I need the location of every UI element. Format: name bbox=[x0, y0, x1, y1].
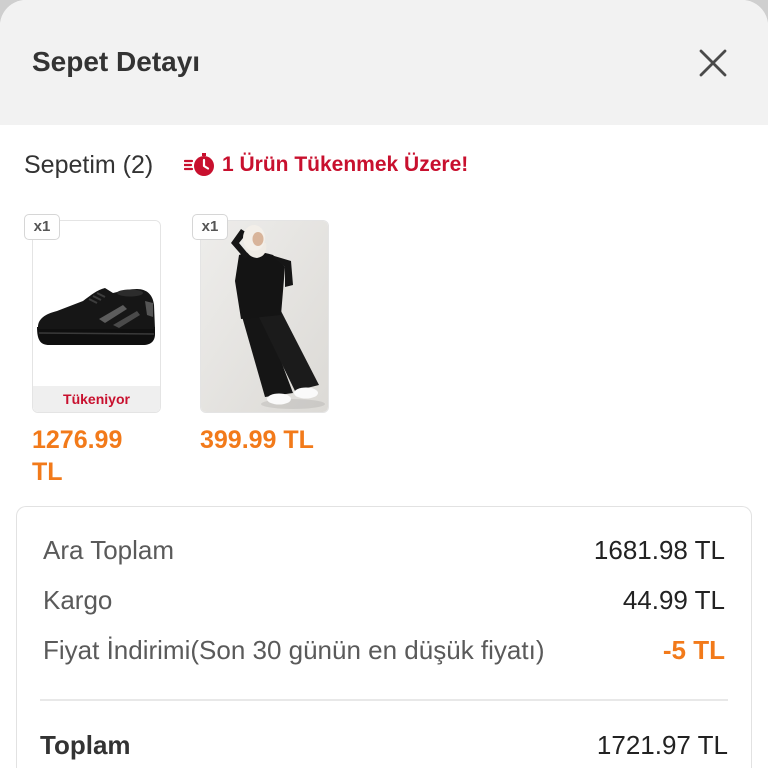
summary-row-shipping: Kargo 44.99 TL bbox=[43, 584, 725, 616]
discount-label: Fiyat İndirimi(Son 30 günün en düşük fiy… bbox=[43, 635, 545, 665]
summary-divider bbox=[40, 699, 728, 701]
summary-row-discount: Fiyat İndirimi(Son 30 günün en düşük fiy… bbox=[43, 634, 725, 666]
summary-row-subtotal: Ara Toplam 1681.98 TL bbox=[43, 534, 725, 566]
product-image bbox=[33, 221, 160, 412]
product-price: 1276.99 TL bbox=[32, 426, 123, 486]
stopwatch-icon bbox=[184, 153, 214, 176]
product-price: 399.99 TL bbox=[200, 426, 314, 454]
cart-detail-sheet: Sepet Detayı Sepetim (2) 1 Ürün Tükenmek… bbox=[0, 0, 768, 768]
stock-warning: 1 Ürün Tükenmek Üzere! bbox=[184, 151, 468, 179]
outfit-model-image bbox=[201, 221, 328, 412]
discount-value: -5 TL bbox=[662, 635, 725, 665]
product-card[interactable] bbox=[200, 220, 329, 413]
shipping-label: Kargo bbox=[43, 585, 113, 615]
stock-warning-text: 1 Ürün Tükenmek Üzere! bbox=[222, 153, 469, 176]
total-label: Toplam bbox=[40, 730, 131, 760]
cart-item[interactable]: x1 Tükeniyor 1276.99 TL bbox=[24, 214, 164, 494]
sheet-title: Sepet Detayı bbox=[32, 46, 201, 77]
product-card[interactable]: Tükeniyor bbox=[32, 220, 161, 413]
cart-item[interactable]: x1 399.99 TL bbox=[192, 214, 332, 494]
subtotal-value: 1681.98 TL bbox=[593, 535, 725, 565]
order-summary: Ara Toplam 1681.98 TL Kargo 44.99 TL Fiy… bbox=[16, 506, 752, 768]
sneaker-image bbox=[33, 221, 160, 412]
close-button[interactable] bbox=[697, 47, 729, 79]
cart-title: Sepetim (2) bbox=[24, 151, 154, 179]
summary-row-total: Toplam 1721.97 TL bbox=[40, 729, 728, 761]
sheet-header: Sepet Detayı bbox=[0, 0, 768, 125]
total-value: 1721.97 TL bbox=[596, 730, 728, 760]
quantity-badge: x1 bbox=[24, 214, 60, 240]
product-image bbox=[201, 221, 328, 412]
shipping-value: 44.99 TL bbox=[622, 585, 725, 615]
low-stock-banner: Tükeniyor bbox=[33, 386, 160, 412]
subtotal-label: Ara Toplam bbox=[43, 535, 175, 565]
quantity-badge: x1 bbox=[192, 214, 228, 240]
close-icon bbox=[699, 49, 727, 77]
